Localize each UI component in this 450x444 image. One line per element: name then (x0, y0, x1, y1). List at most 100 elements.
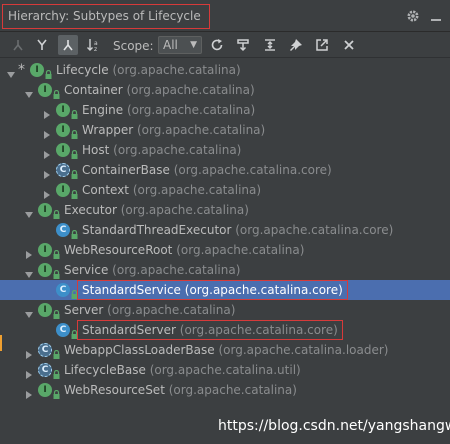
package-name: (org.apache.catalina) (129, 183, 262, 197)
title-highlight-box (2, 4, 210, 29)
package-name: (org.apache.catalina) (123, 103, 256, 117)
close-icon[interactable] (341, 37, 357, 53)
tree-row[interactable]: C StandardServer (org.apache.catalina.cor… (0, 320, 450, 340)
tree-item-label: Engine (org.apache.catalina) (82, 103, 255, 117)
interface-icon: I (38, 243, 52, 257)
public-access-icon (53, 364, 60, 379)
tree-row[interactable]: I Executor (org.apache.catalina) (0, 200, 450, 220)
sort-alphabetically-icon[interactable]: az (86, 37, 102, 53)
svg-text:z: z (94, 46, 97, 53)
public-access-icon (53, 84, 60, 99)
scope-value: All (163, 38, 178, 52)
collapsed-arrow-icon[interactable] (42, 105, 52, 119)
package-name: (org.apache.catalina) (103, 303, 236, 317)
type-name: Host (82, 143, 110, 157)
expanded-arrow-icon[interactable] (24, 265, 34, 278)
tree-row[interactable]: I Server (org.apache.catalina) (0, 300, 450, 320)
tree-row[interactable]: * I Lifecycle (org.apache.catalina) (0, 60, 450, 80)
interface-icon: I (56, 183, 70, 197)
tree-row[interactable]: I WebResourceSet (org.apache.catalina) (0, 380, 450, 400)
export-icon[interactable] (235, 37, 251, 53)
public-access-icon (53, 344, 60, 359)
type-name: Wrapper (82, 123, 134, 137)
package-name: (org.apache.catalina.core) (169, 163, 332, 177)
interface-icon: I (30, 63, 44, 77)
interface-icon: I (38, 203, 52, 217)
collapsed-arrow-icon[interactable] (42, 165, 52, 179)
collapsed-arrow-icon[interactable] (42, 145, 52, 159)
open-in-window-icon[interactable] (314, 37, 330, 53)
type-hierarchy-icon[interactable] (34, 37, 50, 53)
abstract-class-icon: C (38, 343, 52, 357)
type-name: WebResourceRoot (64, 243, 173, 257)
highlight-box (77, 280, 348, 300)
type-name: Engine (82, 103, 124, 117)
interface-icon: I (56, 103, 70, 117)
expand-all-icon[interactable] (262, 37, 278, 53)
watermark: https://blog.csdn.net/yangshangwei (218, 418, 450, 434)
public-access-icon (71, 124, 78, 139)
expanded-arrow-icon[interactable] (6, 65, 16, 78)
subtypes-hierarchy-icon[interactable] (58, 35, 78, 55)
tree-row[interactable]: C StandardService (org.apache.catalina.co… (0, 280, 450, 300)
tree-row[interactable]: C ContainerBase (org.apache.catalina.core… (0, 160, 450, 180)
highlight-box (77, 320, 343, 340)
tree-row[interactable]: I WebResourceRoot (org.apache.catalina) (0, 240, 450, 260)
type-name: WebappClassLoaderBase (64, 343, 215, 357)
scope-select[interactable]: All ▼ (158, 36, 202, 54)
package-name: (org.apache.catalina) (108, 63, 241, 77)
collapsed-arrow-icon[interactable] (24, 365, 34, 379)
title-bar: Hierarchy: Subtypes of Lifecycle (0, 0, 450, 32)
refresh-icon[interactable] (209, 37, 225, 53)
public-access-icon (45, 64, 52, 79)
tree-row[interactable]: I Engine (org.apache.catalina) (0, 100, 450, 120)
pin-icon[interactable] (288, 37, 304, 53)
tree-row[interactable]: I Wrapper (org.apache.catalina) (0, 120, 450, 140)
package-name: (org.apache.catalina.util) (145, 363, 301, 377)
expanded-arrow-icon[interactable] (24, 305, 34, 318)
public-access-icon (53, 384, 60, 399)
public-access-icon (71, 144, 78, 159)
tree-row[interactable]: C WebappClassLoaderBase (org.apache.catal… (0, 340, 450, 360)
tree-item-label: Host (org.apache.catalina) (82, 143, 241, 157)
collapsed-arrow-icon[interactable] (24, 245, 34, 259)
interface-icon: I (38, 303, 52, 317)
tree-item-label: Server (org.apache.catalina) (64, 303, 235, 317)
tree-item-label: ContainerBase (org.apache.catalina.core) (82, 163, 332, 177)
expanded-arrow-icon[interactable] (24, 205, 34, 218)
supertype-hierarchy-icon[interactable] (10, 37, 26, 53)
type-name: LifecycleBase (64, 363, 146, 377)
package-name: (org.apache.catalina) (108, 263, 241, 277)
tree-item-label: StandardThreadExecutor (org.apache.catal… (82, 223, 393, 237)
collapsed-arrow-icon[interactable] (42, 125, 52, 139)
package-name: (org.apache.catalina.core) (231, 223, 394, 237)
hierarchy-toolbar: az Scope: All ▼ (0, 32, 450, 58)
tree-row[interactable]: I Container (org.apache.catalina) (0, 80, 450, 100)
gear-icon[interactable] (405, 8, 421, 24)
tree-item-label: Executor (org.apache.catalina) (64, 203, 249, 217)
collapsed-arrow-icon[interactable] (42, 185, 52, 199)
interface-icon: I (38, 83, 52, 97)
tree-item-label: Lifecycle (org.apache.catalina) (56, 63, 241, 77)
expanded-arrow-icon[interactable] (24, 85, 34, 98)
chevron-down-icon: ▼ (190, 40, 197, 50)
tree-row[interactable]: C LifecycleBase (org.apache.catalina.util… (0, 360, 450, 380)
base-type-marker: * (18, 62, 25, 78)
collapsed-arrow-icon[interactable] (24, 385, 34, 399)
tree-row[interactable]: I Service (org.apache.catalina) (0, 260, 450, 280)
tree-item-label: Service (org.apache.catalina) (64, 263, 240, 277)
tree-row[interactable]: C StandardThreadExecutor (org.apache.cata… (0, 220, 450, 240)
type-name: Context (82, 183, 130, 197)
collapsed-arrow-icon[interactable] (24, 345, 34, 359)
package-name: (org.apache.catalina) (164, 383, 297, 397)
minimize-icon[interactable] (428, 8, 444, 24)
abstract-class-icon: C (56, 163, 70, 177)
type-name: Server (64, 303, 104, 317)
type-name: ContainerBase (82, 163, 170, 177)
interface-icon: I (38, 383, 52, 397)
type-name: Executor (64, 203, 117, 217)
tree-row[interactable]: I Context (org.apache.catalina) (0, 180, 450, 200)
tree-row[interactable]: I Host (org.apache.catalina) (0, 140, 450, 160)
public-access-icon (53, 264, 60, 279)
public-access-icon (71, 104, 78, 119)
